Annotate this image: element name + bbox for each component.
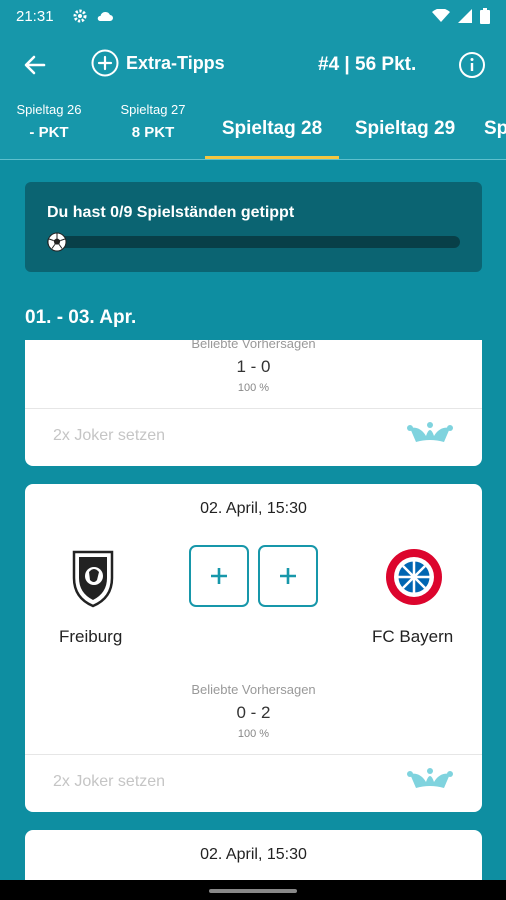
popular-percent: 100 % [237, 728, 270, 740]
tab-points: - PKT [29, 124, 69, 141]
popular-percent: 100 % [237, 382, 270, 394]
home-gesture-handle[interactable] [209, 889, 297, 893]
tab-points: 8 PKT [131, 124, 175, 141]
match-card: 02. April, 15:30 Freiburg FC Bayern Beli… [25, 484, 482, 812]
back-arrow-icon[interactable] [20, 50, 50, 80]
tip-progress-card: Du hast 0/9 Spielständen getippt [25, 182, 482, 272]
popular-score: 1 - 0 [236, 357, 271, 376]
matchday-tabs: Spieltag 26 - PKT Spieltag 27 8 PKT Spie… [0, 98, 506, 160]
jester-hat-icon[interactable] [404, 768, 456, 794]
home-score-input[interactable] [189, 545, 249, 607]
date-range-heading: 01. - 03. Apr. [25, 307, 137, 328]
tab-spieltag-28[interactable]: Spieltag 28 [205, 98, 339, 160]
joker-button[interactable]: 2x Joker setzen [53, 773, 165, 791]
tab-spieltag-30[interactable]: Sp [484, 98, 506, 160]
match-date: 02. April, 15:30 [200, 500, 307, 517]
extra-tipps-label: Extra-Tipps [126, 52, 225, 73]
plus-icon [211, 568, 227, 584]
cloud-icon [97, 11, 113, 21]
away-score-input[interactable] [258, 545, 318, 607]
home-team-name: Freiburg [59, 627, 123, 646]
freiburg-logo-icon [72, 550, 114, 608]
battery-icon [480, 8, 490, 24]
tab-spieltag-29[interactable]: Spieltag 29 [350, 98, 460, 160]
gear-icon [73, 9, 87, 23]
wifi-icon [432, 9, 450, 22]
tip-progress-bar [47, 236, 460, 248]
plus-icon [280, 568, 296, 584]
status-bar: 21:31 [0, 0, 506, 32]
fc-bayern-logo-icon [386, 549, 442, 605]
tip-progress-text: Du hast 0/9 Spielständen getippt [47, 204, 295, 221]
jester-hat-icon[interactable] [404, 422, 456, 448]
away-team-name: FC Bayern [372, 627, 454, 646]
match-date: 02. April, 15:30 [200, 846, 307, 863]
divider [25, 754, 482, 755]
popular-predictions-label: Beliebte Vorhersagen [191, 682, 316, 697]
joker-button[interactable]: 2x Joker setzen [53, 427, 165, 445]
add-circle-icon [91, 49, 119, 77]
status-time: 21:31 [16, 7, 54, 25]
info-icon[interactable] [458, 51, 486, 79]
match-card: Beliebte Vorhersagen 1 - 0 100 % 2x Joke… [25, 340, 482, 466]
divider [25, 408, 482, 409]
rank-points: #4 | 56 Pkt. [318, 54, 417, 75]
popular-score: 0 - 2 [236, 703, 271, 722]
tab-label: Spieltag 27 [120, 102, 186, 117]
active-tab-indicator [205, 156, 339, 159]
app-bar: Extra-Tipps #4 | 56 Pkt. [0, 32, 506, 98]
soccer-ball-icon [47, 232, 67, 252]
popular-predictions-label: Beliebte Vorhersagen [191, 340, 316, 351]
tab-spieltag-26[interactable]: Spieltag 26 - PKT [10, 98, 88, 160]
signal-icon [458, 9, 472, 23]
tab-label: Spieltag 26 [16, 102, 82, 117]
tab-spieltag-27[interactable]: Spieltag 27 8 PKT [114, 98, 192, 160]
extra-tipps-button[interactable]: Extra-Tipps [90, 48, 225, 78]
